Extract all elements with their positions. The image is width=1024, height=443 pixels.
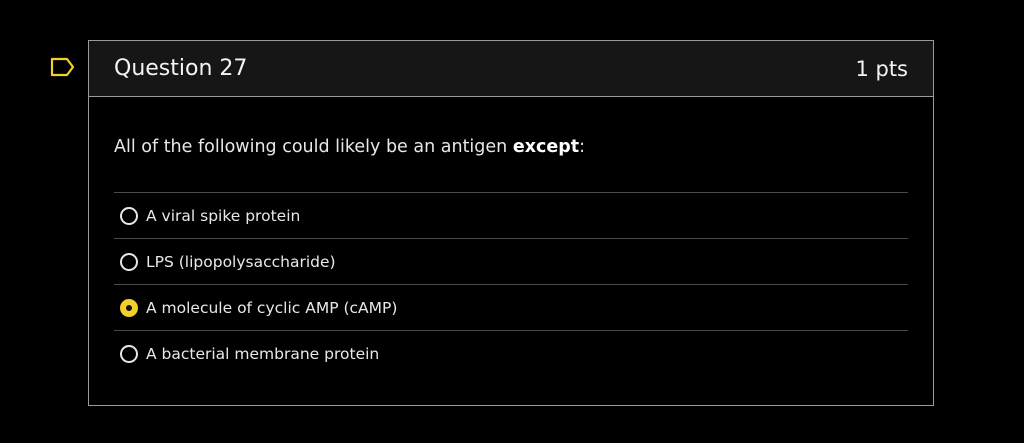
question-title: Question 27 (114, 56, 248, 81)
answer-option[interactable]: A viral spike protein (114, 193, 908, 239)
radio-button[interactable] (120, 252, 138, 271)
question-header: Question 27 1 pts (89, 41, 933, 97)
answer-label: A bacterial membrane protein (146, 345, 380, 363)
question-card: Question 27 1 pts All of the following c… (88, 40, 934, 406)
prompt-emphasis: except (512, 137, 580, 157)
answer-option[interactable]: A bacterial membrane protein (114, 331, 908, 377)
question-body: All of the following could likely be an … (89, 97, 933, 377)
answer-label: A molecule of cyclic AMP (cAMP) (146, 298, 398, 317)
radio-button[interactable] (120, 345, 138, 363)
answer-label: A viral spike protein (146, 206, 301, 225)
question-points: 1 pts (855, 56, 908, 81)
answer-list: A viral spike protein LPS (lipopolysacch… (114, 192, 908, 377)
radio-button[interactable] (120, 298, 138, 317)
answer-label: LPS (lipopolysaccharide) (146, 252, 336, 271)
answer-option[interactable]: A molecule of cyclic AMP (cAMP) (114, 285, 908, 331)
prompt-text: All of the following could likely be an … (114, 137, 513, 157)
radio-button[interactable] (120, 206, 138, 225)
bookmark-flag-icon[interactable] (50, 57, 76, 77)
prompt-end: : (579, 137, 586, 157)
answer-option[interactable]: LPS (lipopolysaccharide) (114, 239, 908, 285)
question-prompt: All of the following could likely be an … (114, 135, 908, 159)
